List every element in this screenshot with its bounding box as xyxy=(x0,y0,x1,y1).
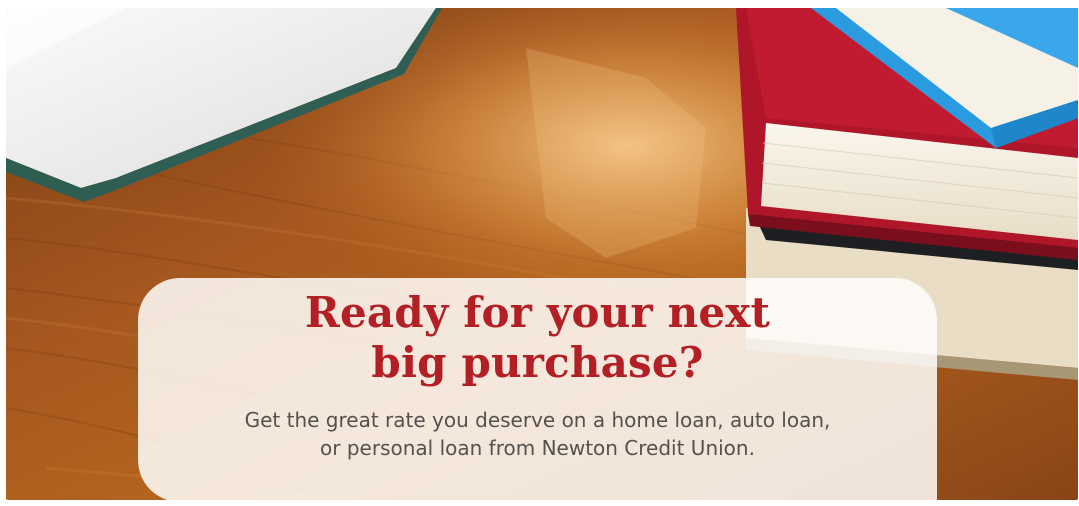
hero-banner: Ready for your next big purchase? Get th… xyxy=(6,8,1078,500)
promo-callout: Ready for your next big purchase? Get th… xyxy=(138,278,937,500)
subtext-line-2: or personal loan from Newton Credit Unio… xyxy=(320,436,755,460)
headline-line-2: big purchase? xyxy=(371,338,704,387)
subtext-line-1: Get the great rate you deserve on a home… xyxy=(244,408,831,432)
promo-subtext: Get the great rate you deserve on a home… xyxy=(138,406,937,462)
promo-headline: Ready for your next big purchase? xyxy=(138,288,937,388)
headline-line-1: Ready for your next xyxy=(304,288,771,337)
